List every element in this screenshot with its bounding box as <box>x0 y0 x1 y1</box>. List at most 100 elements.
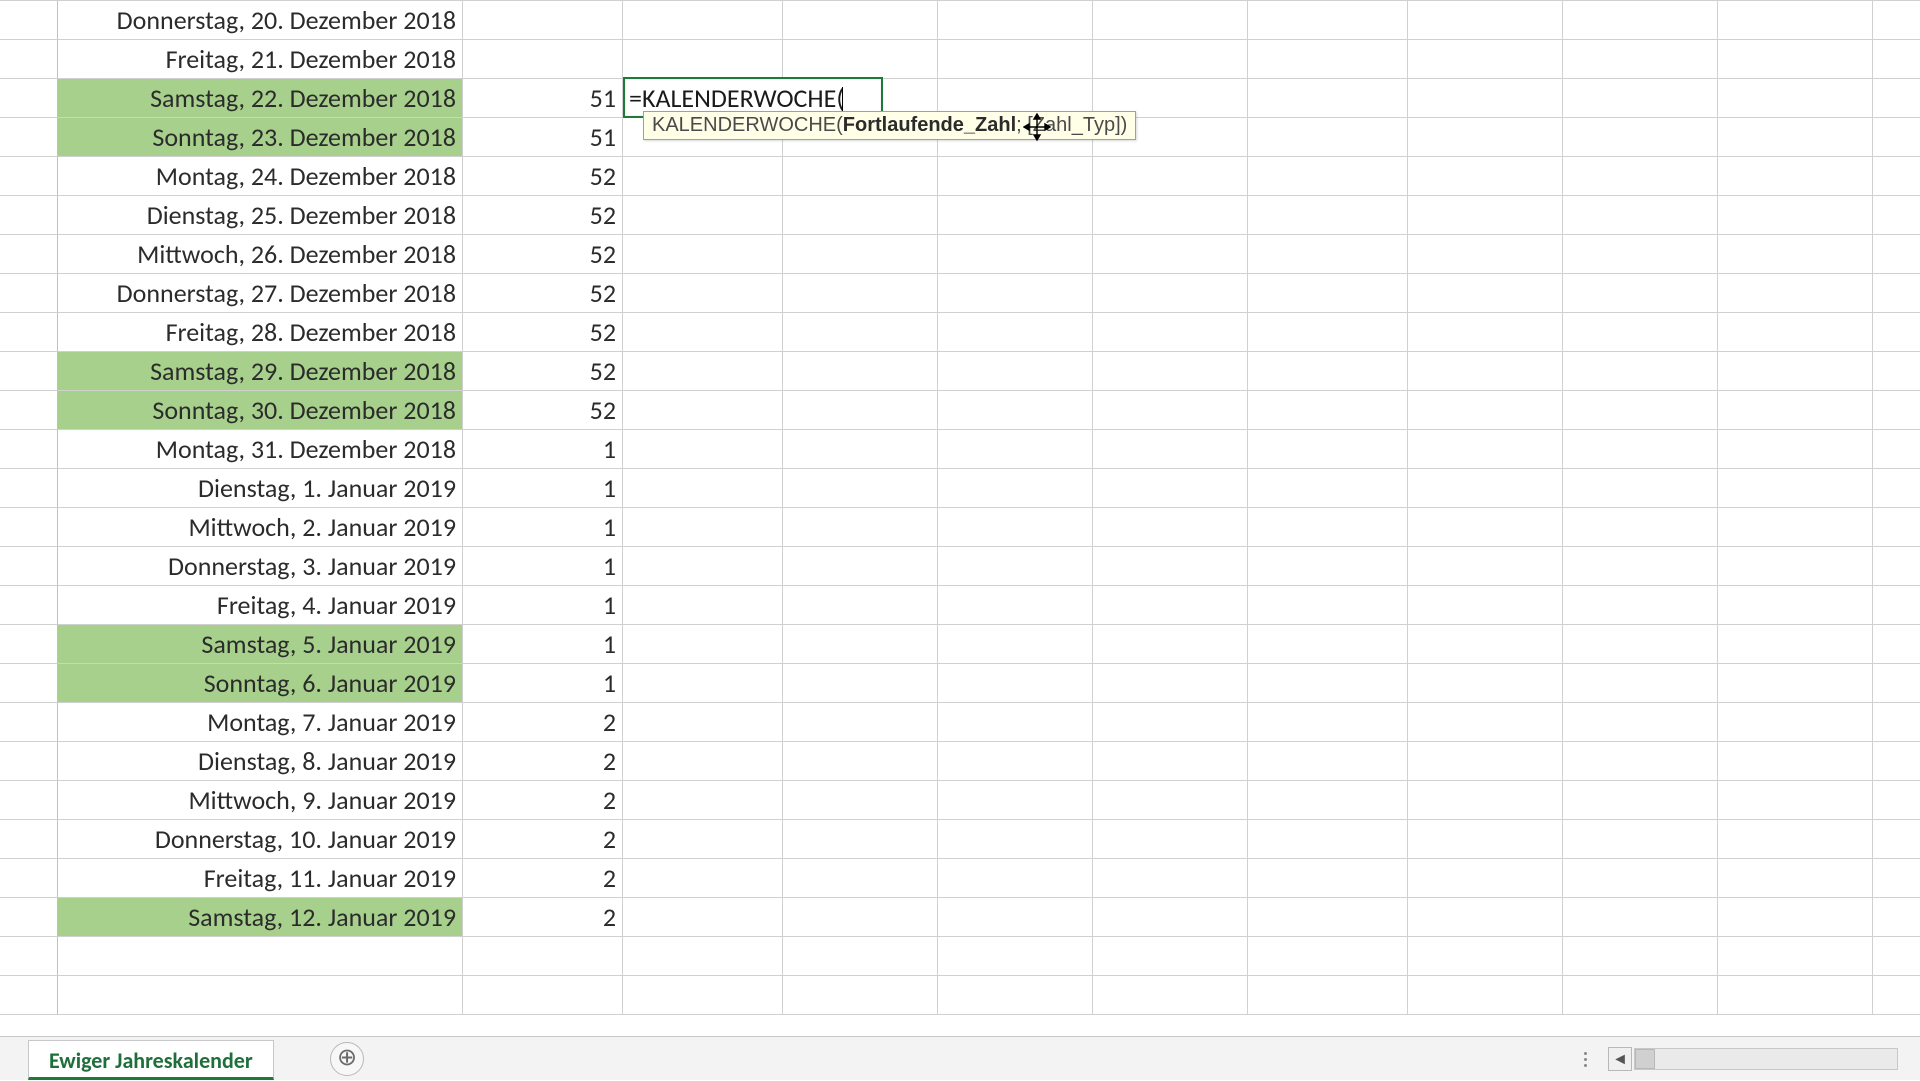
empty-cell[interactable] <box>1093 430 1248 469</box>
empty-cell[interactable] <box>1248 664 1408 703</box>
week-number-cell[interactable]: 52 <box>463 157 623 196</box>
empty-cell[interactable] <box>1718 313 1873 352</box>
empty-cell[interactable] <box>783 703 938 742</box>
empty-cell[interactable] <box>1408 157 1563 196</box>
empty-cell[interactable] <box>1873 625 1920 664</box>
date-cell[interactable]: Samstag, 12. Januar 2019 <box>58 898 463 937</box>
empty-cell[interactable] <box>783 469 938 508</box>
empty-cell[interactable] <box>1408 703 1563 742</box>
empty-cell[interactable] <box>1093 898 1248 937</box>
empty-cell[interactable] <box>1408 79 1563 118</box>
empty-cell[interactable] <box>1718 196 1873 235</box>
empty-cell[interactable] <box>1248 703 1408 742</box>
row-header-cell[interactable] <box>0 859 58 898</box>
empty-cell[interactable] <box>1873 1 1920 40</box>
row-header-cell[interactable] <box>0 586 58 625</box>
empty-cell[interactable] <box>1093 976 1248 1015</box>
empty-cell[interactable] <box>1093 469 1248 508</box>
empty-cell[interactable] <box>1873 196 1920 235</box>
empty-cell[interactable] <box>783 430 938 469</box>
empty-cell[interactable] <box>1093 508 1248 547</box>
empty-cell[interactable] <box>1248 40 1408 79</box>
empty-cell[interactable] <box>1873 274 1920 313</box>
empty-cell[interactable] <box>623 937 783 976</box>
empty-cell[interactable] <box>1873 664 1920 703</box>
row-header-cell[interactable] <box>0 898 58 937</box>
row-header-cell[interactable] <box>0 313 58 352</box>
empty-cell[interactable] <box>1408 40 1563 79</box>
empty-cell[interactable] <box>623 664 783 703</box>
empty-cell[interactable] <box>1093 196 1248 235</box>
empty-cell[interactable] <box>1408 430 1563 469</box>
empty-cell[interactable] <box>1248 820 1408 859</box>
spreadsheet-grid[interactable]: Donnerstag, 20. Dezember 2018Freitag, 21… <box>0 0 1920 1030</box>
empty-cell[interactable] <box>1093 859 1248 898</box>
week-number-cell[interactable]: 2 <box>463 742 623 781</box>
empty-cell[interactable] <box>1563 937 1718 976</box>
empty-cell[interactable] <box>1248 352 1408 391</box>
empty-cell[interactable] <box>1873 352 1920 391</box>
empty-cell[interactable] <box>1873 898 1920 937</box>
week-number-cell[interactable]: 52 <box>463 235 623 274</box>
empty-cell[interactable] <box>938 547 1093 586</box>
row-header-cell[interactable] <box>0 781 58 820</box>
empty-cell[interactable] <box>1873 820 1920 859</box>
empty-cell[interactable] <box>938 937 1093 976</box>
empty-cell[interactable] <box>1563 781 1718 820</box>
row-header-cell[interactable] <box>0 118 58 157</box>
week-number-cell[interactable]: 52 <box>463 313 623 352</box>
tooltip-current-arg[interactable]: Fortlaufende_Zahl <box>843 114 1016 136</box>
empty-cell[interactable] <box>783 157 938 196</box>
empty-cell[interactable] <box>1718 157 1873 196</box>
empty-cell[interactable] <box>1718 235 1873 274</box>
date-cell[interactable]: Freitag, 4. Januar 2019 <box>58 586 463 625</box>
date-cell[interactable]: Dienstag, 25. Dezember 2018 <box>58 196 463 235</box>
empty-cell[interactable] <box>938 664 1093 703</box>
week-number-cell[interactable]: 2 <box>463 781 623 820</box>
row-header-cell[interactable] <box>0 196 58 235</box>
date-cell[interactable]: Dienstag, 1. Januar 2019 <box>58 469 463 508</box>
empty-cell[interactable] <box>1093 781 1248 820</box>
empty-cell[interactable] <box>623 898 783 937</box>
week-number-cell[interactable]: 2 <box>463 703 623 742</box>
empty-cell[interactable] <box>1873 742 1920 781</box>
week-number-cell[interactable]: 2 <box>463 820 623 859</box>
empty-cell[interactable] <box>938 703 1093 742</box>
empty-cell[interactable] <box>783 235 938 274</box>
empty-cell[interactable] <box>623 859 783 898</box>
empty-cell[interactable] <box>1873 313 1920 352</box>
empty-cell[interactable] <box>1248 547 1408 586</box>
empty-cell[interactable] <box>623 781 783 820</box>
empty-cell[interactable] <box>1093 742 1248 781</box>
empty-cell[interactable] <box>1718 664 1873 703</box>
empty-cell[interactable] <box>1718 547 1873 586</box>
empty-cell[interactable] <box>783 352 938 391</box>
empty-cell[interactable] <box>1408 235 1563 274</box>
empty-cell[interactable] <box>783 859 938 898</box>
empty-cell[interactable] <box>1248 586 1408 625</box>
empty-cell[interactable] <box>1408 196 1563 235</box>
empty-cell[interactable] <box>938 196 1093 235</box>
empty-cell[interactable] <box>1718 937 1873 976</box>
empty-cell[interactable] <box>1248 742 1408 781</box>
empty-cell[interactable] <box>1563 703 1718 742</box>
empty-cell[interactable] <box>1718 40 1873 79</box>
empty-cell[interactable] <box>938 976 1093 1015</box>
empty-cell[interactable] <box>1718 625 1873 664</box>
empty-cell[interactable] <box>1248 235 1408 274</box>
empty-cell[interactable] <box>1408 1 1563 40</box>
empty-cell[interactable] <box>1563 274 1718 313</box>
empty-cell[interactable] <box>1718 820 1873 859</box>
date-cell[interactable]: Samstag, 5. Januar 2019 <box>58 625 463 664</box>
scroll-left-button[interactable]: ◄ <box>1608 1047 1632 1071</box>
empty-cell[interactable] <box>1563 157 1718 196</box>
empty-cell[interactable] <box>1248 937 1408 976</box>
empty-cell[interactable] <box>938 625 1093 664</box>
date-cell[interactable]: Freitag, 28. Dezember 2018 <box>58 313 463 352</box>
row-header-cell[interactable] <box>0 937 58 976</box>
empty-cell[interactable] <box>783 820 938 859</box>
empty-cell[interactable] <box>1563 664 1718 703</box>
horizontal-scroll-thumb[interactable] <box>1635 1049 1655 1069</box>
empty-cell[interactable] <box>783 274 938 313</box>
empty-cell[interactable] <box>623 430 783 469</box>
